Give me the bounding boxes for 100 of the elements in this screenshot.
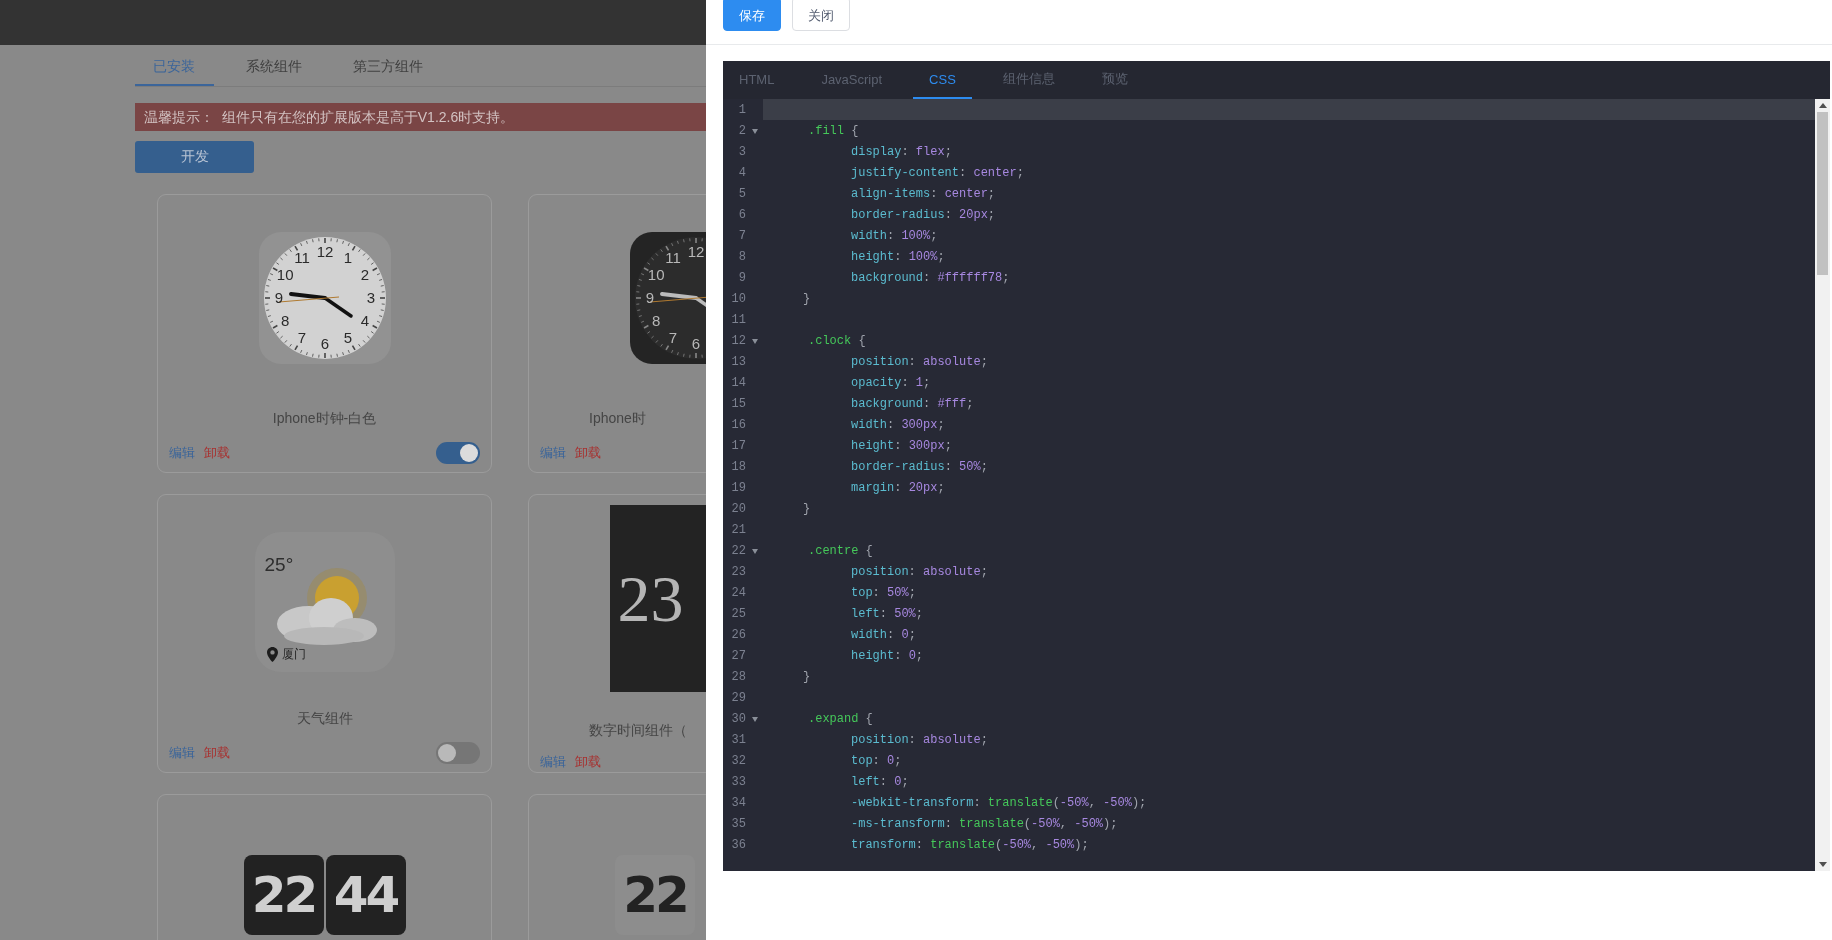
line-number: 7 [737, 228, 746, 245]
line-number: 29 [730, 690, 746, 707]
clock-numeral: 2 [360, 266, 369, 283]
code-line: } [803, 291, 811, 308]
clock-numeral: 11 [664, 249, 681, 267]
line-number: 1 [737, 102, 746, 119]
notice-banner: 温馨提示： 组件只有在您的扩展版本是高于V1.2.6时支持。 [135, 103, 706, 131]
clock-time: 23 [617, 560, 684, 637]
line-number: 20 [730, 501, 746, 518]
code-line: position: absolute; [851, 354, 988, 371]
fold-icon[interactable] [751, 548, 758, 554]
code-line: width: 0; [851, 627, 916, 644]
temperature: 25° [264, 554, 294, 576]
clock-numeral: 5 [343, 328, 352, 346]
editor-tab[interactable]: JavaScript [805, 61, 899, 99]
line-number: 30 [730, 711, 746, 728]
clock-numeral: 6 [691, 335, 700, 352]
fold-icon[interactable] [751, 716, 758, 722]
clock-numeral: 11 [293, 249, 310, 267]
clock-numeral: 12 [687, 243, 704, 260]
code-line: .fill { [808, 123, 859, 140]
line-number: 31 [730, 732, 746, 749]
scroll-up-icon[interactable] [1818, 103, 1827, 108]
scrollbar[interactable] [1815, 99, 1830, 871]
action-link[interactable]: 编辑 [169, 444, 195, 462]
widget-title: 天气组件 [296, 710, 353, 726]
location-pin-icon [266, 647, 278, 662]
tab[interactable]: 已安装 [135, 50, 214, 86]
line-number: 2 [737, 123, 746, 140]
scrollbar-thumb[interactable] [1817, 112, 1828, 275]
code-line: height: 100%; [851, 249, 945, 266]
code-line: left: 50%; [851, 606, 924, 623]
code-line: align-items: center; [851, 186, 996, 203]
close-button[interactable]: 关闭 [792, 0, 850, 31]
code-line: background: #fff; [851, 396, 974, 413]
code-line: position: absolute; [851, 732, 988, 749]
code-line: .clock { [808, 333, 866, 350]
line-number: 22 [730, 543, 746, 560]
line-number: 16 [730, 417, 746, 434]
clock-numeral: 6 [320, 335, 329, 352]
code-line: .centre { [808, 543, 873, 560]
line-number: 13 [730, 354, 746, 371]
save-button[interactable]: 保存 [723, 0, 781, 31]
clock-numeral: 8 [651, 312, 660, 329]
fold-icon[interactable] [751, 128, 758, 134]
fold-icon[interactable] [751, 338, 758, 344]
action-link[interactable]: 卸载 [575, 444, 601, 462]
action-link[interactable]: 卸载 [204, 444, 230, 462]
develop-button[interactable]: 开发 [135, 141, 254, 173]
code-line: height: 0; [851, 648, 924, 665]
tab[interactable]: 系统组件 [228, 50, 321, 86]
line-number: 12 [730, 333, 746, 350]
line-number: 5 [737, 186, 746, 203]
widget-title: Iphone时钟-白色 [272, 410, 377, 426]
line-number: 33 [730, 774, 746, 791]
line-number: 23 [730, 564, 746, 581]
clock-numeral: 1 [343, 249, 352, 267]
editor-tab[interactable]: 组件信息 [986, 61, 1071, 99]
scroll-down-icon[interactable] [1818, 862, 1827, 867]
line-number: 32 [730, 753, 746, 770]
code-line: -webkit-transform: translate(-50%, -50%); [851, 795, 1147, 812]
clock-numeral: 4 [360, 312, 369, 329]
action-link[interactable]: 编辑 [540, 753, 566, 772]
toggle-switch[interactable] [436, 742, 480, 764]
code-line: height: 300px; [851, 438, 952, 455]
code-line: top: 50%; [851, 585, 916, 602]
clock-numeral: 8 [280, 312, 289, 329]
action-link[interactable]: 卸载 [204, 744, 230, 762]
code-line: top: 0; [851, 753, 902, 770]
tab[interactable]: 第三方组件 [335, 50, 442, 86]
clock-numeral: 9 [274, 289, 283, 306]
line-number: 26 [730, 627, 746, 644]
code-line: .expand { [808, 711, 873, 728]
line-number: 14 [730, 375, 746, 392]
action-link[interactable]: 卸载 [575, 753, 601, 772]
code-line: transform: translate(-50%, -50%); [851, 837, 1089, 854]
code-line: display: flex; [851, 144, 952, 161]
editor-tab[interactable]: 预览 [1085, 61, 1144, 99]
code-line: position: absolute; [851, 564, 988, 581]
code-line: justify-content: center; [851, 165, 1024, 182]
code-line: border-radius: 20px; [851, 207, 996, 224]
action-link[interactable]: 编辑 [540, 444, 566, 462]
code-line: } [803, 501, 811, 518]
line-number: 27 [730, 648, 746, 665]
line-number: 35 [730, 816, 746, 833]
widget-title: Iphone时 [589, 410, 646, 426]
line-number: 24 [730, 585, 746, 602]
line-number: 25 [730, 606, 746, 623]
editor-tab[interactable]: HTML [723, 61, 791, 99]
line-number: 21 [730, 522, 746, 539]
action-link[interactable]: 编辑 [169, 744, 195, 762]
line-number: 10 [730, 291, 746, 308]
code-line: width: 300px; [851, 417, 945, 434]
line-number: 9 [737, 270, 746, 287]
flip-digit-card: 22 [615, 855, 695, 935]
city-name: 厦门 [281, 646, 306, 663]
line-number: 3 [737, 144, 746, 161]
clock-numeral: 3 [366, 289, 375, 306]
clock-numeral: 12 [316, 243, 333, 260]
toggle-switch[interactable] [436, 442, 480, 464]
